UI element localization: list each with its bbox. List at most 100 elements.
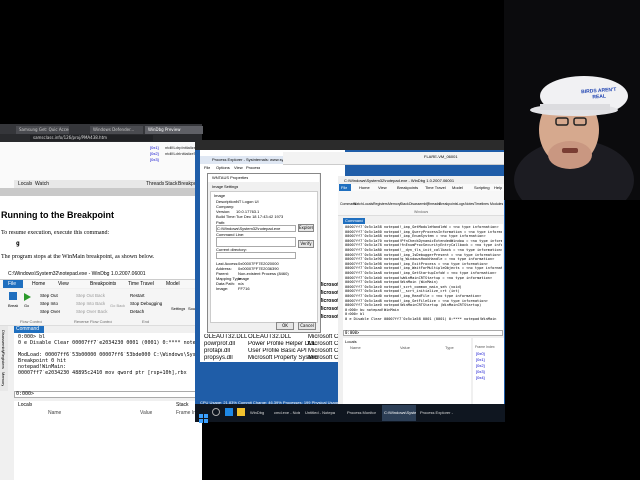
- command-input[interactable]: [14, 391, 202, 398]
- detach-button[interactable]: Detach: [130, 309, 144, 314]
- frame-link[interactable]: [0x1]: [150, 145, 159, 150]
- process-row[interactable]: propsys.dll: [204, 355, 233, 361]
- path-field[interactable]: C:\Windows\System32\notepad.exe: [216, 225, 296, 232]
- ribbon-modules[interactable]: Modules: [490, 202, 503, 206]
- taskbar-item[interactable]: cmd.exe - Notepad: [274, 410, 300, 415]
- ribbon-timelines[interactable]: Timelines: [474, 202, 489, 206]
- browser-tab-active[interactable]: WinDbg Preview: [145, 126, 203, 134]
- frame-link[interactable]: [0x2]: [476, 363, 485, 368]
- step-over-button[interactable]: Step Over: [40, 309, 60, 314]
- frame-link[interactable]: [0x1]: [476, 357, 485, 362]
- ribbon-breakpoints[interactable]: Breakpoints: [439, 202, 457, 206]
- ribbon-stack[interactable]: Stack: [400, 202, 409, 206]
- frame-link[interactable]: [0x3]: [476, 369, 485, 374]
- search-icon[interactable]: [212, 408, 220, 416]
- pe-menu-process[interactable]: Process: [246, 165, 260, 170]
- menu-time-travel[interactable]: Time Travel: [425, 185, 446, 190]
- tab-image[interactable]: Image: [212, 184, 223, 189]
- menu-model[interactable]: Model: [452, 185, 463, 190]
- step-out-back-button[interactable]: Step Out Back: [76, 293, 105, 298]
- folder-icon[interactable]: [237, 408, 245, 416]
- flare-titlebar: [283, 152, 505, 165]
- menu-file[interactable]: File: [8, 281, 16, 287]
- browser-tab[interactable]: Windows Defender...: [90, 126, 143, 134]
- ribbon-watch[interactable]: Watch: [353, 202, 363, 206]
- tab-stack[interactable]: Stack: [176, 402, 189, 408]
- menu-view[interactable]: View: [378, 185, 387, 190]
- process-row[interactable]: profapi.dll: [204, 348, 230, 354]
- frame-link[interactable]: [0x3]: [150, 157, 159, 162]
- webcam-feed: [504, 0, 640, 220]
- menu-model[interactable]: Model: [166, 281, 180, 287]
- step-out-button[interactable]: Step Out: [40, 293, 58, 298]
- ribbon-registers[interactable]: Registers: [373, 202, 388, 206]
- menu-time-travel[interactable]: Time Travel: [128, 281, 154, 287]
- tab-locals[interactable]: Locals: [345, 339, 357, 344]
- ribbon-memory[interactable]: Memory: [388, 202, 401, 206]
- taskbar-item[interactable]: Process Monitor - S...: [347, 410, 377, 415]
- go-back-button[interactable]: Go Back: [110, 303, 125, 308]
- go-icon[interactable]: [24, 293, 31, 301]
- ribbon-disassembly[interactable]: Disassembly: [409, 202, 429, 206]
- menu-file[interactable]: File: [341, 185, 347, 190]
- menu-help[interactable]: Help: [494, 185, 502, 190]
- tab-memory[interactable]: Memory: [1, 372, 6, 386]
- verify-button[interactable]: Verify: [298, 240, 314, 248]
- ribbon-threads[interactable]: Threads: [427, 202, 440, 206]
- taskbar-item[interactable]: WinDbg: [250, 410, 272, 415]
- pe-menu-file[interactable]: File: [204, 165, 210, 170]
- menu-scripting[interactable]: Scripting: [474, 185, 490, 190]
- col-name: Name: [350, 345, 361, 350]
- curdir-field[interactable]: [216, 252, 296, 259]
- taskbar-item[interactable]: Untitled - Notepad: [305, 410, 335, 415]
- step-into-back-button[interactable]: Step Into Back: [76, 301, 105, 306]
- pe-menu-options[interactable]: Options: [216, 165, 230, 170]
- browser-tab[interactable]: Samsung Get: Quic Access Dev...: [16, 126, 69, 134]
- ribbon-locals[interactable]: Locals: [363, 202, 373, 206]
- url-input[interactable]: samsclass.info/126/proj/PMA438.htm: [30, 135, 153, 141]
- process-row[interactable]: OLEAUT32.DLL: [204, 334, 247, 340]
- cmdline-field[interactable]: [216, 237, 296, 247]
- settings-button[interactable]: Settings: [171, 306, 185, 311]
- frame-link[interactable]: [0x4]: [476, 375, 485, 380]
- frame-link[interactable]: [0x2]: [150, 151, 159, 156]
- ribbon-notes[interactable]: Notes: [465, 202, 474, 206]
- menu-breakpoints[interactable]: Breakpoints: [90, 281, 116, 287]
- tab-stack[interactable]: Stack: [165, 181, 178, 187]
- pe-menu-view[interactable]: View: [234, 165, 243, 170]
- command-tab[interactable]: Command: [16, 326, 39, 332]
- taskbar-item-active[interactable]: C:\Windows\System...: [384, 410, 416, 415]
- explore-button[interactable]: Explore: [298, 224, 314, 232]
- process-row[interactable]: powrprof.dll: [204, 341, 235, 347]
- output-line: 00007ff7`0c5c1a80 notepad!__dyn_tls_init…: [345, 247, 502, 252]
- tab-locals[interactable]: Locals: [18, 181, 32, 187]
- edge-icon[interactable]: [225, 408, 233, 416]
- tab-settings[interactable]: Settings: [224, 184, 238, 189]
- command-tab[interactable]: Command: [345, 218, 363, 223]
- tab-locals[interactable]: Locals: [18, 402, 32, 408]
- ribbon-logs[interactable]: Logs: [457, 202, 465, 206]
- col-name: Name: [48, 410, 62, 416]
- tab-disassembly[interactable]: Disassembly: [1, 330, 6, 353]
- frame-link[interactable]: [0x0]: [476, 351, 485, 356]
- tab-watch[interactable]: Watch: [35, 181, 49, 187]
- restart-button[interactable]: Restart: [130, 293, 145, 298]
- tab-threads[interactable]: Threads: [146, 181, 164, 187]
- taskbar-item[interactable]: Process Explorer - S...: [420, 410, 454, 415]
- step-into-button[interactable]: Step Into: [40, 301, 58, 306]
- command-input[interactable]: [343, 330, 503, 336]
- section-image: Image: [214, 193, 226, 198]
- menu-home[interactable]: Home: [32, 281, 45, 287]
- menu-home[interactable]: Home: [359, 185, 370, 190]
- ok-button[interactable]: OK: [276, 322, 294, 330]
- stop-debugging-button[interactable]: Stop Debugging: [130, 301, 162, 306]
- col-frame-index: Frame Index: [475, 345, 495, 349]
- output-line: 0 e Disable Clear 00007ff7`0c5c1a58 0001…: [345, 316, 497, 321]
- tab-registers[interactable]: Registers: [1, 352, 6, 369]
- cancel-button[interactable]: Cancel: [298, 322, 316, 330]
- menu-view[interactable]: View: [58, 281, 69, 287]
- windows-start-icon[interactable]: [199, 408, 208, 423]
- pause-icon[interactable]: [9, 292, 17, 300]
- menu-breakpoints[interactable]: Breakpoints: [397, 185, 418, 190]
- step-over-back-button[interactable]: Step Over Back: [76, 309, 108, 314]
